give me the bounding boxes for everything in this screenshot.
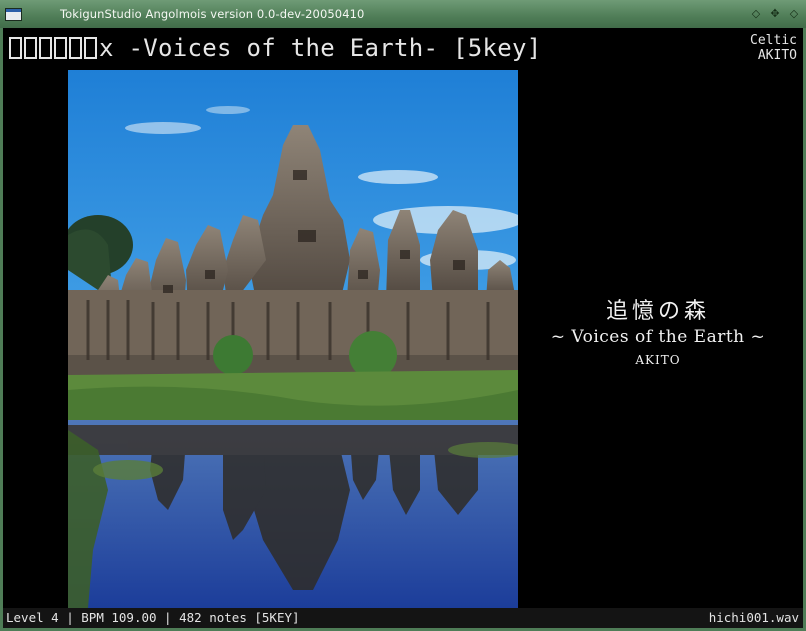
- temple-reflection-image: [68, 70, 518, 608]
- song-title: x -Voices of the Earth- [5key]: [9, 34, 541, 62]
- missing-glyph-box: [24, 37, 37, 59]
- missing-glyph-box: [9, 37, 22, 59]
- window-title: TokigunStudio Angolmois version 0.0-dev-…: [60, 7, 365, 21]
- jacket-japanese-title: 追憶の森: [605, 299, 710, 324]
- current-sound-file: hichi001.wav: [708, 610, 799, 625]
- song-genre: Celtic: [750, 33, 797, 48]
- status-separator: |: [156, 610, 180, 625]
- status-info: Level 4 | BPM 109.00 | 482 notes [5KEY]: [6, 610, 300, 625]
- missing-glyph-box: [84, 37, 97, 59]
- game-screen: x -Voices of the Earth- [5key] Celtic AK…: [3, 28, 803, 628]
- song-jacket-text: 追憶の森 ~ Voices of the Earth ~ AKITO: [528, 293, 788, 367]
- missing-glyphs: [9, 34, 99, 62]
- maximize-button[interactable]: ✥: [767, 5, 783, 21]
- title-bar[interactable]: TokigunStudio Angolmois version 0.0-dev-…: [0, 0, 806, 29]
- missing-glyph-box: [39, 37, 52, 59]
- bpm-indicator: BPM 109.00: [81, 610, 157, 625]
- window-controls: ◇ ✥ ◇: [748, 5, 802, 21]
- jacket-artist: AKITO: [635, 353, 681, 367]
- jacket-subtitle: ~ Voices of the Earth ~: [550, 327, 766, 347]
- song-title-text: x -Voices of the Earth- [5key]: [99, 34, 542, 62]
- missing-glyph-box: [54, 37, 67, 59]
- missing-glyph-box: [69, 37, 82, 59]
- note-count: 482 notes [5KEY]: [179, 610, 300, 625]
- status-bar: Level 4 | BPM 109.00 | 482 notes [5KEY] …: [3, 608, 803, 628]
- status-separator: |: [58, 610, 82, 625]
- close-button[interactable]: ◇: [786, 5, 802, 21]
- level-indicator: Level 4: [6, 610, 59, 625]
- minimize-button[interactable]: ◇: [748, 5, 764, 21]
- song-artist: AKITO: [757, 48, 797, 63]
- stage-artwork: [68, 70, 518, 608]
- window-icon[interactable]: [5, 8, 22, 21]
